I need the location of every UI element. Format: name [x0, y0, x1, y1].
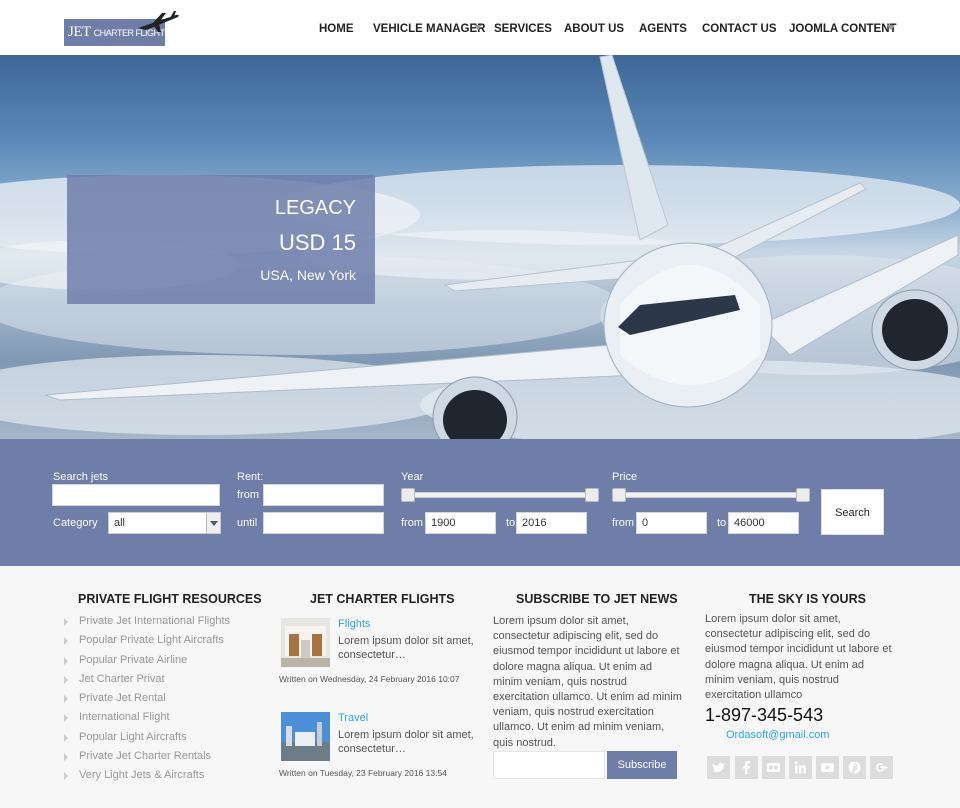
resource-link[interactable]: Popular Light Aircrafts	[63, 731, 230, 750]
subscribe-title: SUBSCRIBE TO JET NEWS	[516, 592, 678, 606]
resource-link[interactable]: Private Jet Rental	[63, 692, 230, 711]
category-label: Category	[53, 517, 98, 529]
resource-link[interactable]: Very Light Jets & Aircrafts	[63, 769, 230, 788]
resource-link[interactable]: Private Jet International Flights	[63, 615, 230, 634]
search-jets-label: Search jets	[53, 471, 109, 483]
subscribe-button[interactable]: Subscribe	[607, 751, 677, 779]
article-date: Written on Wednesday, 24 February 2016 1…	[279, 674, 460, 684]
nav-contact-us[interactable]: CONTACT US	[702, 23, 777, 35]
promo-title: LEGACY	[274, 197, 356, 219]
hero-banner: LEGACY USD 15 USA, New York	[0, 55, 960, 439]
article-date: Written on Tuesday, 23 February 2016 13:…	[279, 768, 447, 778]
year-from-input[interactable]	[425, 512, 496, 534]
resources-list: Private Jet International Flights Popula…	[63, 615, 230, 789]
price-max-handle[interactable]	[796, 488, 810, 502]
search-jets-input[interactable]	[52, 484, 220, 506]
category-value: all	[114, 517, 126, 529]
twitter-icon[interactable]	[707, 756, 730, 779]
nav-home[interactable]: HOME	[319, 23, 354, 35]
article-thumbnail[interactable]	[281, 712, 330, 761]
nav-vehicle-manager[interactable]: VEHICLE MANAGER	[373, 23, 485, 35]
sky-title: THE SKY IS YOURS	[749, 592, 866, 606]
price-from-input[interactable]	[636, 512, 707, 534]
youtube-icon[interactable]	[816, 756, 839, 779]
rent-from-input[interactable]	[263, 484, 384, 506]
resources-title: PRIVATE FLIGHT RESOURCES	[78, 592, 262, 606]
resource-link[interactable]: Jet Charter Privat	[63, 673, 230, 692]
article-excerpt: Lorem ipsum dolor sit amet, consectetur…	[338, 635, 474, 661]
rent-until-label: until	[237, 517, 258, 529]
resource-link[interactable]: International Flight	[63, 711, 230, 730]
rent-label: Rent:	[237, 471, 264, 483]
flickr-icon[interactable]	[762, 756, 785, 779]
promo-location: USA, New York	[260, 267, 356, 283]
price-label: Price	[612, 471, 638, 483]
price-from-label: from	[612, 517, 634, 529]
resource-link[interactable]: Private Jet Charter Rentals	[63, 750, 230, 769]
search-button[interactable]: Search	[821, 489, 884, 535]
plane-icon	[138, 11, 179, 32]
chevron-down-icon[interactable]	[206, 513, 220, 533]
subscribe-text: Lorem ipsum dolor sit amet, consectetur …	[493, 615, 682, 749]
year-label: Year	[401, 471, 424, 483]
linkedin-icon[interactable]	[789, 756, 812, 779]
price-to-input[interactable]	[728, 512, 799, 534]
category-select[interactable]: all	[108, 512, 221, 534]
chevron-down-icon[interactable]	[474, 25, 482, 30]
subscribe-email-input[interactable]	[493, 751, 605, 779]
google-plus-icon[interactable]	[870, 756, 893, 779]
article-thumbnail[interactable]	[281, 618, 330, 667]
resource-link[interactable]: Popular Private Light Aircrafts	[63, 634, 230, 653]
contact-email-link[interactable]: Ordasoft@gmail.com	[726, 729, 829, 741]
site-logo[interactable]: JET CHARTER FLIGHTS	[64, 11, 179, 46]
year-to-label: to	[506, 517, 516, 529]
pinterest-icon[interactable]	[843, 756, 866, 779]
nav-agents[interactable]: AGENTS	[639, 23, 687, 35]
rent-from-label: from	[237, 489, 259, 501]
sky-text: Lorem ipsum dolor sit amet, consectetur …	[705, 613, 892, 702]
chevron-down-icon[interactable]	[887, 25, 895, 30]
promo-price: USD 15	[278, 230, 356, 255]
site-header: JET CHARTER FLIGHTS HOME VEHICLE MANAGER…	[0, 0, 960, 55]
nav-services[interactable]: SERVICES	[494, 23, 552, 35]
year-max-handle[interactable]	[585, 488, 599, 502]
price-slider[interactable]	[612, 488, 810, 502]
article-excerpt: Lorem ipsum dolor sit amet, consectetur…	[338, 729, 474, 755]
article-title-link[interactable]: Flights	[338, 618, 370, 630]
promo-box[interactable]: LEGACY USD 15 USA, New York	[67, 175, 375, 304]
facebook-icon[interactable]	[735, 756, 758, 779]
contact-phone: 1-897-345-543	[705, 705, 824, 725]
logo-main-text: JET	[68, 24, 91, 40]
resource-link[interactable]: Popular Private Airline	[63, 654, 230, 673]
price-to-label: to	[717, 517, 727, 529]
rent-until-input[interactable]	[263, 512, 384, 534]
year-min-handle[interactable]	[401, 488, 415, 502]
nav-joomla-content[interactable]: JOOMLA CONTENT	[789, 23, 897, 35]
price-min-handle[interactable]	[612, 488, 626, 502]
search-form: Search jets Category all Rent: from unti…	[0, 439, 960, 566]
article-title-link[interactable]: Travel	[338, 712, 368, 724]
year-from-label: from	[401, 517, 423, 529]
articles-title: JET CHARTER FLIGHTS	[310, 592, 455, 606]
nav-about-us[interactable]: ABOUT US	[564, 23, 624, 35]
year-slider[interactable]	[401, 488, 599, 502]
year-to-input[interactable]	[516, 512, 587, 534]
